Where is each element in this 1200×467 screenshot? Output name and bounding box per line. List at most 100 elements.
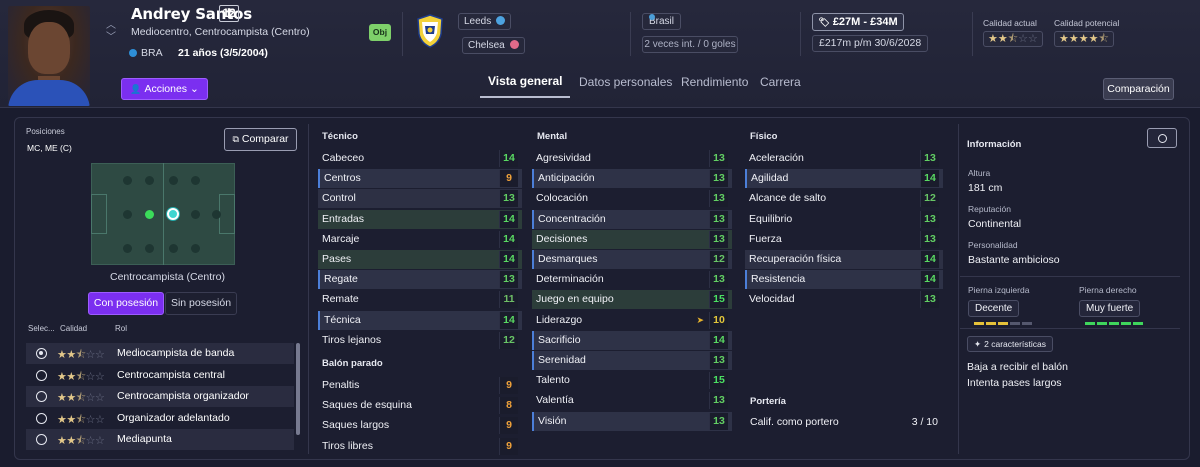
attribute-name: Pases [322,253,352,265]
tab-overview[interactable]: Vista general [488,74,562,88]
attribute-row[interactable]: Remate 11 [318,290,522,309]
chevron-down-icon[interactable]: ﹀ [106,32,116,43]
attribute-row[interactable]: Equilibrio 13 [745,210,943,229]
position-dot[interactable] [123,244,132,253]
role-header-select[interactable]: Selec... [28,324,55,333]
attribute-value: 15 [709,291,728,308]
attribute-row[interactable]: Recuperación física 14 [745,250,943,269]
attribute-row[interactable]: Juego en equipo 15 [532,290,732,309]
attribute-row[interactable]: Serenidad 13 [532,351,732,370]
attribute-row[interactable]: Técnica 14 [318,311,522,330]
characteristics-button[interactable]: ✦ 2 características [967,336,1054,352]
trait-item: Intenta pases largos [967,377,1062,389]
role-row[interactable]: ★★⯪☆☆ Centrocampista central [26,365,294,386]
attribute-row[interactable]: Colocación 13 [532,189,732,208]
attribute-value: 13 [709,352,728,369]
club-chelsea[interactable]: Chelsea [462,37,525,54]
position-dot[interactable] [212,210,221,219]
position-dot[interactable] [123,176,132,185]
radio-button[interactable] [36,434,47,445]
potential-quality-label: Calidad potencial [1054,18,1120,28]
info-settings-button[interactable] [1147,128,1177,148]
radio-button[interactable] [36,370,47,381]
attribute-name: Cabeceo [322,152,365,164]
attribute-row[interactable]: Valentía 13 [532,391,732,410]
attribute-name: Control [322,192,356,204]
physical-header: Físico [750,131,778,142]
leeds-crest-icon[interactable] [417,14,443,48]
position-dot[interactable] [191,244,200,253]
club-leeds[interactable]: Leeds [458,13,512,30]
attribute-row[interactable]: Control 13 [318,189,522,208]
attribute-row[interactable]: Saques de esquina 8 [318,396,522,415]
attribute-row[interactable]: Fuerza 13 [745,230,943,249]
attribute-row[interactable]: Cabeceo 14 [318,149,522,168]
attribute-row[interactable]: Saques largos 9 [318,416,522,435]
attribute-row[interactable]: Tiros lejanos 12 [318,331,522,350]
attribute-row[interactable]: Pases 14 [318,250,522,269]
attribute-row[interactable]: Aceleración 13 [745,149,943,168]
comparison-button[interactable]: Comparación [1103,78,1174,100]
attribute-row[interactable]: Talento 15 [532,371,732,390]
attribute-name: Visión [538,415,567,427]
player-age: 21 años (3/5/2004) [178,47,268,59]
attribute-row[interactable]: Determinación 13 [532,270,732,289]
tab-career[interactable]: Carrera [760,75,801,89]
position-dot[interactable] [145,176,154,185]
radio-selected[interactable] [36,348,47,359]
prev-next-player-arrows[interactable]: ︿ ﹀ [106,20,116,44]
position-dot[interactable] [145,244,154,253]
attribute-row[interactable]: Tiros libres 9 [318,437,522,456]
attribute-row[interactable]: Desmarques 12 [532,250,732,269]
roles-scrollbar[interactable] [296,343,300,435]
attribute-row[interactable]: Liderazgo ➤ 10 [532,311,732,330]
attribute-row[interactable]: Decisiones 13 [532,230,732,249]
role-stars: ★★⯪☆☆ [57,371,105,383]
secondary-position-dot[interactable] [145,210,154,219]
position-dot[interactable] [191,210,200,219]
attribute-row[interactable]: Penaltis 9 [318,376,522,395]
out-of-possession-toggle[interactable]: Sin posesión [165,292,237,315]
in-possession-toggle[interactable]: Con posesión [88,292,164,315]
attribute-row[interactable]: Agilidad 14 [745,169,943,188]
objective-badge[interactable]: Obj [369,24,391,41]
country-badge[interactable]: Brasil [642,12,682,30]
role-row[interactable]: ★★⯪☆☆ Centrocampista organizador [26,386,294,407]
position-dot[interactable] [169,244,178,253]
position-dot[interactable] [123,210,132,219]
attribute-row[interactable]: Sacrificio 14 [532,331,732,350]
role-header-quality[interactable]: Calidad [60,324,87,333]
attribute-row[interactable]: Velocidad 13 [745,290,943,309]
chevron-up-icon[interactable]: ︿ [106,20,116,31]
attribute-row[interactable]: Regate 13 [318,270,522,289]
parent-club-icon [509,40,519,49]
radio-button[interactable] [36,391,47,402]
attribute-row[interactable]: Resistencia 14 [745,270,943,289]
role-header-role[interactable]: Rol [115,324,127,333]
compare-icon: ⧉ [232,134,239,144]
tab-personal-data[interactable]: Datos personales [579,75,672,89]
tab-performance[interactable]: Rendimiento [681,75,748,89]
nationality: BRA [129,47,163,59]
current-quality-stars: ★★⯪☆☆ [983,31,1043,47]
attribute-row[interactable]: Anticipación 13 [532,169,732,188]
attribute-row[interactable]: Concentración 13 [532,210,732,229]
position-dot[interactable] [191,176,200,185]
attribute-row[interactable]: Entradas 14 [318,210,522,229]
height-value: 181 cm [968,182,1003,194]
attribute-row[interactable]: Agresividad 13 [532,149,732,168]
attribute-row[interactable]: Centros 9 [318,169,522,188]
role-row[interactable]: ★★⯪☆☆ Mediapunta [26,429,294,450]
actions-button[interactable]: 👤 Acciones ⌄ [121,78,208,100]
highlight-arrow-icon: ➤ [696,315,704,325]
role-row[interactable]: ★★⯪☆☆ Mediocampista de banda [26,343,294,364]
role-row[interactable]: ★★⯪☆☆ Organizador adelantado [26,408,294,429]
compare-positions-button[interactable]: ⧉ Comparar [224,128,297,151]
attribute-row[interactable]: Alcance de salto 12 [745,189,943,208]
attribute-row[interactable]: Visión 13 [532,412,732,431]
radio-button[interactable] [36,413,47,424]
primary-position-dot[interactable] [167,208,179,220]
position-dot[interactable] [169,176,178,185]
mental-header: Mental [537,131,568,142]
attribute-row[interactable]: Marcaje 14 [318,230,522,249]
